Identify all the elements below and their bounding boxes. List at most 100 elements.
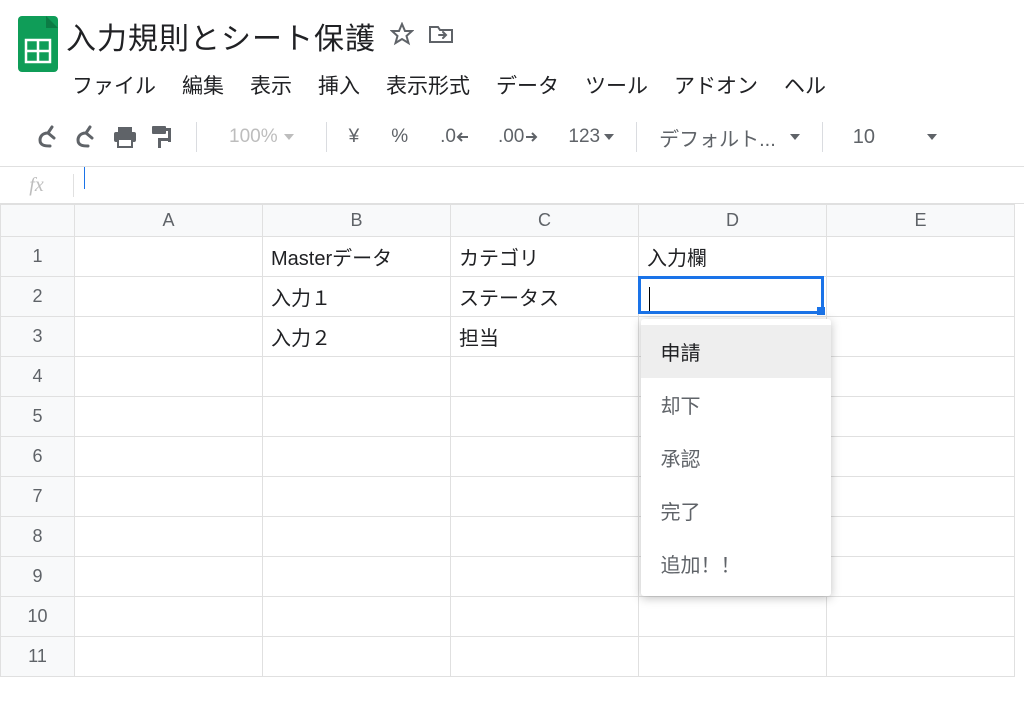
row-header-4[interactable]: 4 (1, 357, 75, 397)
cell-E3[interactable] (827, 317, 1015, 357)
move-folder-icon[interactable] (428, 23, 454, 50)
table-row: 4 (1, 357, 1015, 397)
cell-A5[interactable] (75, 397, 263, 437)
cell-B8[interactable] (263, 517, 451, 557)
row-header-10[interactable]: 10 (1, 597, 75, 637)
cell-D10[interactable] (639, 597, 827, 637)
cell-A2[interactable] (75, 277, 263, 317)
cell-C1[interactable]: カテゴリ (451, 237, 639, 277)
cell-A7[interactable] (75, 477, 263, 517)
row-header-7[interactable]: 7 (1, 477, 75, 517)
column-header-E[interactable]: E (827, 205, 1015, 237)
cell-E1[interactable] (827, 237, 1015, 277)
dropdown-item[interactable]: 承認 (641, 431, 831, 484)
cell-C5[interactable] (451, 397, 639, 437)
undo-icon[interactable] (36, 125, 64, 149)
number-format-select[interactable]: 123 (568, 126, 614, 148)
dropdown-item[interactable]: 却下 (641, 378, 831, 431)
cell-A9[interactable] (75, 557, 263, 597)
cell-E7[interactable] (827, 477, 1015, 517)
table-row: 7 (1, 477, 1015, 517)
cell-B9[interactable] (263, 557, 451, 597)
font-select[interactable]: デフォルト... (659, 123, 800, 152)
fx-label: fx (0, 174, 74, 197)
menu-data[interactable]: データ (496, 70, 559, 100)
column-header-D[interactable]: D (639, 205, 827, 237)
row-header-6[interactable]: 6 (1, 437, 75, 477)
row-header-3[interactable]: 3 (1, 317, 75, 357)
cell-A6[interactable] (75, 437, 263, 477)
cell-D1[interactable]: 入力欄 (639, 237, 827, 277)
cell-A4[interactable] (75, 357, 263, 397)
font-size-select[interactable]: 10 (853, 126, 937, 149)
print-icon[interactable] (112, 125, 138, 149)
star-icon[interactable] (390, 22, 414, 51)
cell-C2[interactable]: ステータス (451, 277, 639, 317)
cell-C4[interactable] (451, 357, 639, 397)
column-header-C[interactable]: C (451, 205, 639, 237)
cell-A11[interactable] (75, 637, 263, 677)
cell-C11[interactable] (451, 637, 639, 677)
row-header-2[interactable]: 2 (1, 277, 75, 317)
row-header-5[interactable]: 5 (1, 397, 75, 437)
cell-E11[interactable] (827, 637, 1015, 677)
cell-D2[interactable] (639, 277, 827, 317)
cell-B2[interactable]: 入力１ (263, 277, 451, 317)
cell-E9[interactable] (827, 557, 1015, 597)
paint-format-icon[interactable] (148, 124, 174, 150)
sheets-logo[interactable] (10, 8, 66, 80)
cell-A8[interactable] (75, 517, 263, 557)
menu-addons[interactable]: アドオン (674, 70, 758, 100)
cell-B10[interactable] (263, 597, 451, 637)
row-header-11[interactable]: 11 (1, 637, 75, 677)
chevron-down-icon (927, 134, 937, 140)
cell-B7[interactable] (263, 477, 451, 517)
menu-format[interactable]: 表示形式 (386, 70, 470, 100)
row-header-9[interactable]: 9 (1, 557, 75, 597)
dropdown-item[interactable]: 追加！！ (641, 537, 831, 590)
menu-file[interactable]: ファイル (72, 70, 156, 100)
cell-B1[interactable]: Masterデータ (263, 237, 451, 277)
menu-view[interactable]: 表示 (250, 70, 292, 100)
cell-C7[interactable] (451, 477, 639, 517)
cell-C9[interactable] (451, 557, 639, 597)
cell-C3[interactable]: 担当 (451, 317, 639, 357)
cell-E4[interactable] (827, 357, 1015, 397)
cell-A3[interactable] (75, 317, 263, 357)
cell-B3[interactable]: 入力２ (263, 317, 451, 357)
dropdown-item[interactable]: 申請 (641, 325, 831, 378)
formula-input[interactable] (74, 167, 1024, 203)
cell-A1[interactable] (75, 237, 263, 277)
zoom-select[interactable]: 100% (229, 126, 294, 148)
cell-E8[interactable] (827, 517, 1015, 557)
increase-decimal-button[interactable]: .00 (498, 126, 538, 148)
cell-B5[interactable] (263, 397, 451, 437)
cell-E2[interactable] (827, 277, 1015, 317)
menu-help[interactable]: ヘル (784, 70, 826, 100)
cell-C8[interactable] (451, 517, 639, 557)
cell-C6[interactable] (451, 437, 639, 477)
redo-icon[interactable] (74, 125, 102, 149)
select-all-corner[interactable] (1, 205, 75, 237)
column-header-B[interactable]: B (263, 205, 451, 237)
cell-D11[interactable] (639, 637, 827, 677)
cell-B6[interactable] (263, 437, 451, 477)
cell-A10[interactable] (75, 597, 263, 637)
menu-edit[interactable]: 編集 (182, 70, 224, 100)
column-header-A[interactable]: A (75, 205, 263, 237)
cell-B4[interactable] (263, 357, 451, 397)
decrease-decimal-button[interactable]: .0 (440, 126, 470, 148)
cell-E10[interactable] (827, 597, 1015, 637)
document-title[interactable]: 入力規則とシート保護 (66, 14, 376, 58)
cell-E6[interactable] (827, 437, 1015, 477)
menu-insert[interactable]: 挿入 (318, 70, 360, 100)
row-header-8[interactable]: 8 (1, 517, 75, 557)
format-percent-button[interactable]: % (391, 126, 408, 148)
dropdown-item[interactable]: 完了 (641, 484, 831, 537)
format-currency-button[interactable]: ¥ (349, 126, 360, 148)
cell-B11[interactable] (263, 637, 451, 677)
row-header-1[interactable]: 1 (1, 237, 75, 277)
cell-C10[interactable] (451, 597, 639, 637)
menu-tools[interactable]: ツール (585, 70, 648, 100)
cell-E5[interactable] (827, 397, 1015, 437)
